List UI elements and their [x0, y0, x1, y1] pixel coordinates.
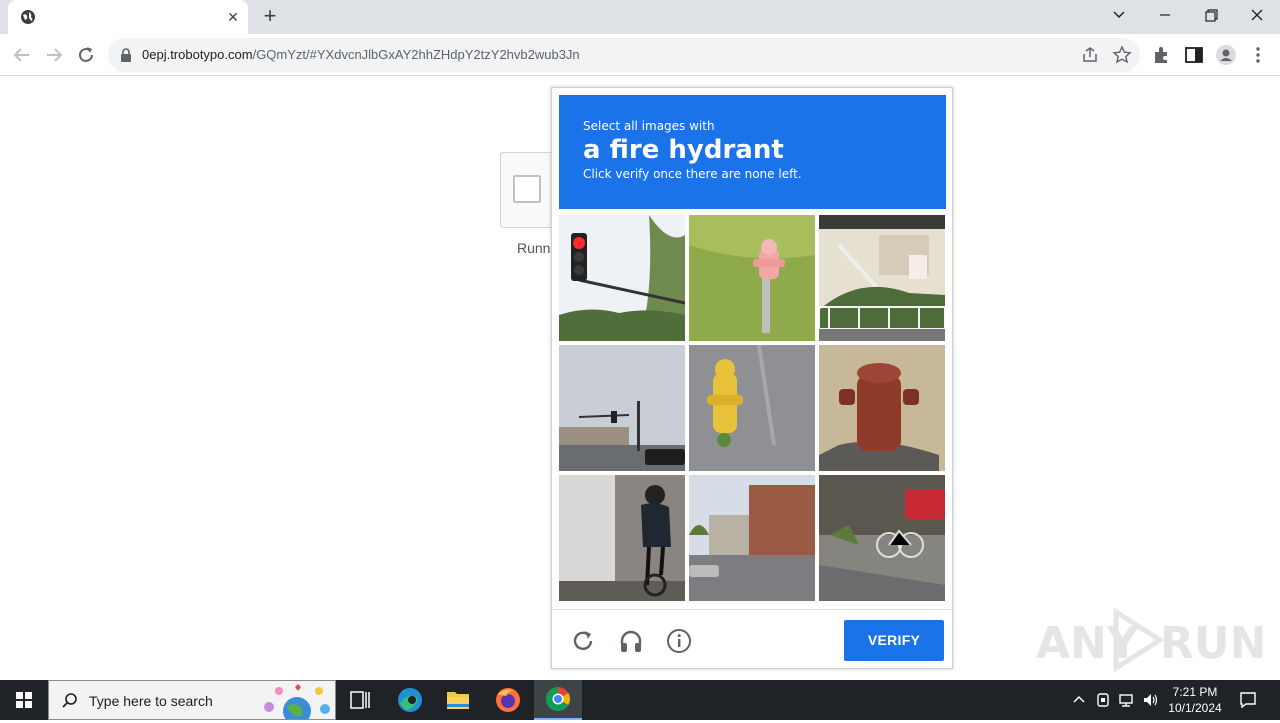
- lock-icon[interactable]: [120, 48, 132, 62]
- prompt-intro: Select all images with: [583, 119, 715, 133]
- captcha-tile-3[interactable]: [819, 215, 945, 341]
- captcha-tile-2[interactable]: [689, 215, 815, 341]
- reload-icon[interactable]: [74, 43, 98, 67]
- network-icon[interactable]: [1118, 691, 1136, 709]
- chrome-icon: [545, 687, 570, 712]
- search-placeholder: Type here to search: [89, 693, 213, 709]
- extensions-icon[interactable]: [1151, 44, 1173, 66]
- globe-icon: [21, 10, 35, 24]
- captcha-footer: VERIFY: [552, 609, 952, 669]
- running-status-text: Runni: [517, 240, 554, 256]
- taskbar-search-box[interactable]: Type here to search: [48, 680, 336, 720]
- captcha-tile-8[interactable]: [689, 475, 815, 601]
- captcha-tile-6[interactable]: [819, 345, 945, 471]
- search-icon: [62, 693, 77, 708]
- kebab-menu-icon[interactable]: [1247, 44, 1269, 66]
- notification-center-icon[interactable]: [1238, 690, 1258, 710]
- show-hidden-icons-chevron-icon[interactable]: [1070, 691, 1088, 709]
- street-image: [689, 475, 815, 601]
- firefox-icon[interactable]: [484, 680, 532, 720]
- fire-hydrant-image: [689, 345, 815, 471]
- system-clock[interactable]: 7:21 PM 10/1/2024: [1160, 684, 1230, 716]
- captcha-tile-9[interactable]: [819, 475, 945, 601]
- captcha-checkbox[interactable]: [513, 175, 541, 203]
- clock-time: 7:21 PM: [1172, 685, 1218, 699]
- task-view-icon[interactable]: [336, 680, 384, 720]
- tab-close-icon[interactable]: ✕: [225, 8, 241, 26]
- intersection-image: [559, 345, 685, 471]
- traffic-light-image: [559, 215, 685, 341]
- captcha-tile-1[interactable]: [559, 215, 685, 341]
- windows-start-icon[interactable]: [0, 680, 48, 720]
- close-window-icon[interactable]: [1242, 4, 1272, 26]
- info-icon[interactable]: [666, 628, 692, 654]
- prompt-instruction: Click verify once there are none left.: [583, 167, 802, 181]
- captcha-tile-4[interactable]: [559, 345, 685, 471]
- share-icon[interactable]: [1080, 45, 1100, 65]
- verify-button[interactable]: VERIFY: [844, 620, 944, 661]
- url-text[interactable]: 0epj.trobotypo.com/GQmYzt/#YXdvcnJlbGxAY…: [142, 47, 580, 62]
- cyclist-image: [559, 475, 685, 601]
- forward-icon[interactable]: [42, 43, 66, 67]
- side-panel-icon[interactable]: [1183, 44, 1205, 66]
- refresh-icon[interactable]: [570, 628, 596, 654]
- restore-icon[interactable]: [1196, 4, 1226, 26]
- windows-taskbar: Type here to search 7:21 PM 10/1/2024: [0, 680, 1280, 720]
- bookmark-star-icon[interactable]: [1112, 45, 1132, 65]
- anyrun-watermark: ANY RUN: [1036, 608, 1266, 672]
- audio-headphones-icon[interactable]: [618, 628, 644, 654]
- url-path: /GQmYzt/#YXdvcnJlbGxAY2hhZHdpY2tzY2hvb2w…: [252, 47, 580, 62]
- edge-browser-icon[interactable]: [386, 680, 434, 720]
- back-icon[interactable]: [10, 43, 34, 67]
- bicycle-image: [819, 475, 945, 601]
- fire-hydrant-image: [819, 345, 945, 471]
- captcha-tile-5[interactable]: [689, 345, 815, 471]
- tab-search-icon[interactable]: [1104, 4, 1134, 26]
- captcha-header: Select all images with a fire hydrant Cl…: [559, 95, 946, 209]
- minimize-icon[interactable]: [1150, 4, 1180, 26]
- prompt-target: a fire hydrant: [583, 135, 784, 165]
- clock-date: 10/1/2024: [1168, 701, 1222, 715]
- fire-hydrant-image: [689, 215, 815, 341]
- new-tab-button[interactable]: +: [258, 5, 282, 29]
- address-bar[interactable]: 0epj.trobotypo.com/GQmYzt/#YXdvcnJlbGxAY…: [108, 38, 1140, 72]
- file-explorer-icon[interactable]: [434, 680, 482, 720]
- volume-icon[interactable]: [1142, 691, 1160, 709]
- url-host: 0epj.trobotypo.com: [142, 47, 253, 62]
- browser-tab[interactable]: ✕: [8, 0, 248, 34]
- chrome-taskbar-button[interactable]: [534, 680, 582, 720]
- device-icon[interactable]: [1094, 691, 1112, 709]
- tab-strip: ✕ +: [0, 0, 1280, 34]
- captcha-tile-7[interactable]: [559, 475, 685, 601]
- watermark-text-right: RUN: [1160, 618, 1267, 669]
- play-logo-icon: [1113, 608, 1165, 672]
- building-stairs-image: [819, 215, 945, 341]
- search-highlight-icon: [264, 684, 330, 719]
- profile-avatar-icon[interactable]: [1215, 44, 1237, 66]
- captcha-image-grid: [559, 215, 946, 602]
- captcha-challenge-dialog: Select all images with a fire hydrant Cl…: [551, 87, 953, 669]
- browser-toolbar: 0epj.trobotypo.com/GQmYzt/#YXdvcnJlbGxAY…: [0, 34, 1280, 76]
